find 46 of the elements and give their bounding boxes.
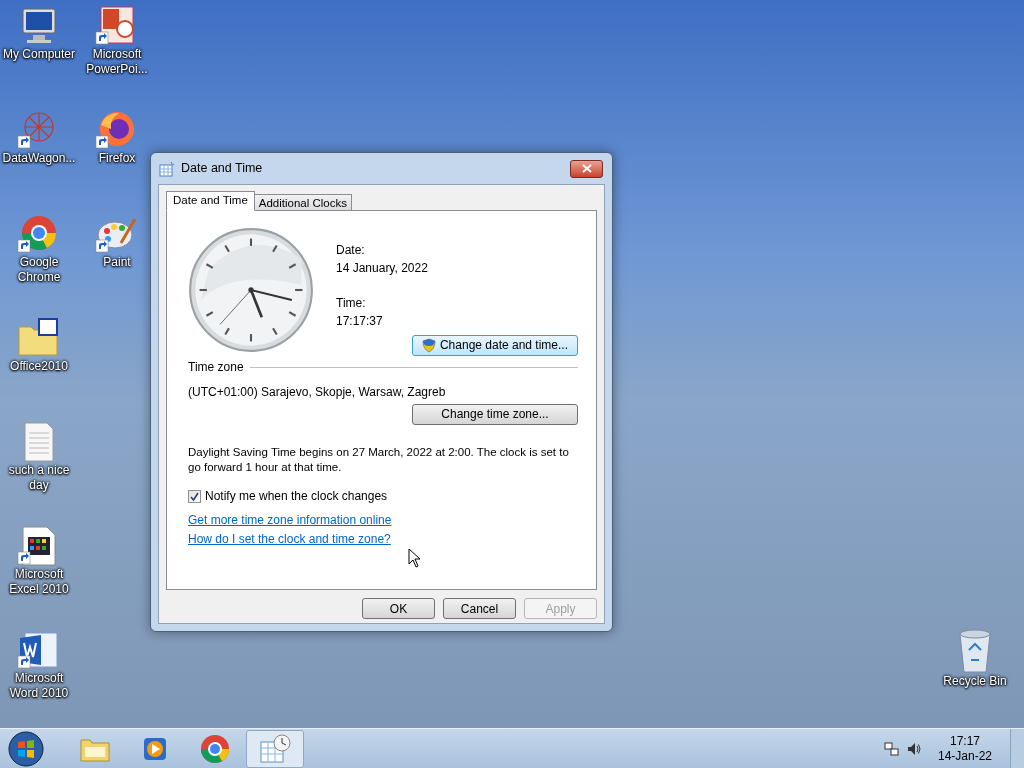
windows-logo-icon <box>8 730 44 767</box>
time-label: Time: <box>336 296 367 311</box>
show-desktop-button[interactable] <box>1010 728 1024 768</box>
desktop-icon-label: such a nice day <box>7 463 71 493</box>
desktop-icon-label: My Computer <box>3 47 75 62</box>
calendar-clock-icon <box>259 733 291 764</box>
help-link[interactable]: How do I set the clock and time zone? <box>188 532 391 547</box>
notify-checkbox[interactable]: Notify me when the clock changes <box>188 489 575 504</box>
dialog-button[interactable]: Cancel <box>443 598 516 619</box>
desktop-icon-label: Paint <box>103 255 131 270</box>
checkmark-icon <box>190 492 199 501</box>
desktop-icon-label: Firefox <box>98 151 136 166</box>
desktop-icon-label: Microsoft PowerPoi... <box>85 47 149 77</box>
dialog-button[interactable]: Change date and time... <box>412 335 578 356</box>
taskbar-button[interactable] <box>246 729 304 768</box>
start-button[interactable] <box>6 730 46 767</box>
desktop-icon-label: Microsoft Word 2010 <box>8 671 70 701</box>
dialog-button[interactable]: OK <box>362 598 435 619</box>
help-link[interactable]: Get more time zone information online <box>188 513 392 528</box>
tab[interactable]: Additional Clocks <box>254 194 352 211</box>
time-value: 17:17:37 <box>336 314 384 329</box>
play-icon <box>142 735 168 762</box>
recycle-bin-icon <box>957 628 993 674</box>
daylight-saving-note: Daylight Saving Time begins on 27 March, 2022 at 2:00. The clock is set to go forward 1 hour at that time. <box>188 445 570 475</box>
network-status-icon <box>884 740 900 757</box>
clock-date[interactable]: 14-Jan-22 <box>937 748 992 764</box>
shield-icon <box>421 338 436 353</box>
section-heading: Time zone <box>188 360 244 375</box>
calendar-icon <box>159 160 175 177</box>
time-zone-value: (UTC+01:00) Sarajevo, Skopje, Warsaw, Zagreb <box>188 385 447 400</box>
desktop-icon-label: Microsoft Excel 2010 <box>8 567 70 597</box>
window-title: Date and Time <box>181 160 264 178</box>
dialog-button[interactable]: Change time zone... <box>412 404 578 425</box>
checkbox[interactable] <box>188 490 201 503</box>
date-label: Date: <box>336 243 366 258</box>
desktop-icon-label: Office2010 <box>10 359 68 374</box>
close-button[interactable] <box>570 159 603 178</box>
date-value: 14 January, 2022 <box>336 261 429 276</box>
tab[interactable]: Date and Time <box>166 191 255 211</box>
clock-time[interactable]: 17:17 <box>950 733 980 749</box>
desktop-icon-label: Recycle Bin <box>943 674 1007 689</box>
desktop-icon-label: Google Chrome <box>16 255 62 285</box>
browser-icon <box>200 733 230 764</box>
close-icon <box>581 164 592 173</box>
desktop-icon-label: DataWagon... <box>2 151 76 166</box>
mouse-cursor-icon <box>408 548 421 568</box>
